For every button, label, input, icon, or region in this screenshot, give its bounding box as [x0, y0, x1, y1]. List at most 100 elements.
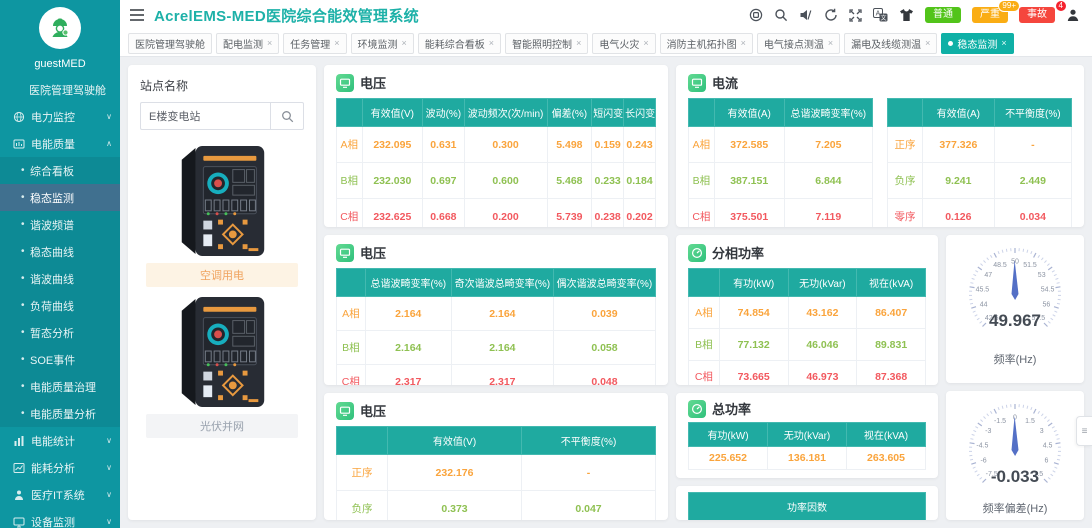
table-cell: 0.184: [624, 163, 656, 199]
sidebar-item-harmonic-spectrum[interactable]: •谐波频谱: [0, 211, 120, 238]
close-icon[interactable]: ×: [828, 38, 833, 48]
sidebar-item-device-monitoring[interactable]: 设备监测∨: [0, 508, 120, 528]
panel-icon: [688, 400, 706, 418]
table-cell: 5.498: [547, 127, 592, 163]
column-header: [337, 99, 363, 127]
tab-distribution-monitoring[interactable]: 配电监测 ×: [216, 33, 279, 54]
alarm-badge-accident[interactable]: 事故 4: [1019, 7, 1055, 23]
tab-label: 医院管理驾驶舱: [135, 36, 205, 51]
close-icon[interactable]: ×: [576, 38, 581, 48]
table-cell: 0.373: [388, 491, 522, 521]
close-icon[interactable]: ×: [267, 38, 272, 48]
row-label: A相: [337, 127, 363, 163]
sidebar-item-label: 设备监测: [31, 514, 75, 528]
bullet-icon: •: [21, 354, 30, 365]
station-search-button[interactable]: [270, 102, 304, 130]
sidebar-item-label: 电能质量分析: [30, 406, 96, 422]
row-label: 负序: [337, 491, 388, 521]
sidebar-item-transient-analysis[interactable]: •暂态分析: [0, 319, 120, 346]
close-icon[interactable]: ×: [1001, 38, 1006, 48]
user-icon[interactable]: [1066, 8, 1080, 22]
sidebar-item-load-curve[interactable]: •负荷曲线: [0, 292, 120, 319]
header-toolbar: A文 普通 严重 99+ 事故 4: [749, 7, 1080, 23]
search-icon[interactable]: [774, 8, 788, 22]
sidebar-item-steady-state-monitoring[interactable]: •稳态监测: [0, 184, 120, 211]
table-cell: 0.034: [994, 199, 1071, 228]
station-name-label: 站点名称: [140, 77, 304, 94]
refresh-icon[interactable]: [824, 8, 838, 22]
sidebar-item-hospital-dashboard[interactable]: 医院管理驾驶舱: [0, 76, 120, 103]
sidebar-item-medical-it[interactable]: 医疗IT系统∨: [0, 481, 120, 508]
tab-steady-state-monitoring[interactable]: 稳态监测×: [941, 33, 1013, 54]
column-header: 无功(kVar): [788, 269, 857, 297]
sidebar-item-soe-events[interactable]: •SOE事件: [0, 346, 120, 373]
sidebar-item-steady-state-curve[interactable]: •稳态曲线: [0, 238, 120, 265]
bullet-icon: •: [21, 273, 30, 284]
tab-smart-lighting[interactable]: 智能照明控制×: [505, 33, 588, 54]
table-cell: 2.164: [451, 297, 553, 331]
table-row: C相73.66546.97387.368: [689, 361, 926, 386]
alarm-badge-normal[interactable]: 普通: [925, 7, 961, 23]
tab-label: 配电监测: [223, 36, 263, 51]
medical-icon: [12, 489, 26, 501]
tab-label: 能耗综合看板: [425, 36, 485, 51]
station-name-input[interactable]: [140, 102, 270, 130]
sidebar-item-harmonic-curve[interactable]: •谐波曲线: [0, 265, 120, 292]
close-icon[interactable]: ×: [402, 38, 407, 48]
sidebar-item-pq-governance[interactable]: •电能质量治理: [0, 373, 120, 400]
chevron-up-icon: ∧: [106, 139, 112, 148]
sidebar-item-energy-analysis[interactable]: 能耗分析∨: [0, 454, 120, 481]
table-row: 负序0.3730.047: [337, 491, 656, 521]
accident-count-badge: 4: [1055, 0, 1067, 12]
tab-electrical-fire[interactable]: 电气火灾×: [592, 33, 655, 54]
fullscreen-icon[interactable]: [849, 9, 862, 22]
row-label: 零序: [888, 199, 923, 228]
close-icon[interactable]: ×: [741, 38, 746, 48]
tab-environment-monitoring[interactable]: 环境监测×: [351, 33, 414, 54]
translate-icon[interactable]: A文: [873, 8, 888, 22]
table-row: 负序9.2412.449: [888, 163, 1072, 199]
column-header: 短闪变: [592, 99, 624, 127]
mute-icon[interactable]: [799, 8, 813, 22]
table-cell: 0.039: [553, 297, 655, 331]
table-row: 225.652136.181263.605: [689, 447, 926, 470]
data-table: 有效值(V)不平衡度(%)正序232.176-负序0.3730.047零序0.1…: [336, 426, 656, 520]
tab-hospital-dashboard[interactable]: 医院管理驾驶舱: [128, 33, 212, 54]
tab-fire-host-topology[interactable]: 消防主机拓扑图×: [660, 33, 753, 54]
table-row: C相232.6250.6680.2005.7390.2380.202: [337, 199, 656, 228]
data-table: 有效值(A)不平衡度(%)正序377.326-负序9.2412.449零序0.1…: [887, 98, 1072, 227]
table-row: B相2.1642.1640.058: [337, 331, 656, 365]
panel-title: 总功率: [712, 399, 751, 418]
alarm-badge-severe[interactable]: 严重 99+: [972, 7, 1008, 23]
sidebar-item-power-monitoring[interactable]: 电力监控∨: [0, 103, 120, 130]
sidebar-item-overview-board[interactable]: •综合看板: [0, 157, 120, 184]
table-cell: 0.243: [624, 127, 656, 163]
hamburger-menu-icon[interactable]: [130, 9, 144, 21]
tab-leakage-cable-temperature[interactable]: 漏电及线缆测温×: [844, 33, 937, 54]
table-cell: 0.200: [464, 199, 547, 228]
column-header: 不平衡度(%): [522, 427, 656, 455]
theme-tshirt-icon[interactable]: [899, 8, 914, 22]
close-icon[interactable]: ×: [489, 38, 494, 48]
tab-energy-board[interactable]: 能耗综合看板 ×: [418, 33, 501, 54]
device-item-pv-grid[interactable]: 光伏并网: [140, 293, 304, 438]
close-icon[interactable]: ×: [643, 38, 648, 48]
sidebar-item-power-statistics[interactable]: 电能统计∨: [0, 427, 120, 454]
table-cell: 46.046: [788, 329, 857, 361]
dashboard-circle-icon[interactable]: [749, 8, 763, 22]
sidebar-item-pq-analysis[interactable]: •电能质量分析: [0, 400, 120, 427]
tab-task-management[interactable]: 任务管理×: [283, 33, 346, 54]
table-cell: 0.159: [592, 127, 624, 163]
main-content: 站点名称 空调用电 光伏并网 电压 有效值(V)波动(%)波动频次(次/min)…: [120, 57, 1092, 528]
station-panel: 站点名称 空调用电 光伏并网: [128, 65, 316, 520]
frequency-gauge: 42.54445.54748.55051.55354.55657.549.967…: [946, 235, 1084, 383]
sidebar-item-power-quality[interactable]: 电能质量∧: [0, 130, 120, 157]
side-drawer-handle[interactable]: ≡: [1076, 416, 1092, 446]
device-item-air-conditioning[interactable]: 空调用电: [140, 142, 304, 287]
close-icon[interactable]: ×: [334, 38, 339, 48]
svg-text:54.5: 54.5: [1041, 286, 1055, 293]
chevron-down-icon: ∨: [106, 463, 112, 472]
tab-contact-temperature[interactable]: 电气接点测温×: [757, 33, 840, 54]
close-icon[interactable]: ×: [925, 38, 930, 48]
meter-device-image: [168, 293, 276, 411]
